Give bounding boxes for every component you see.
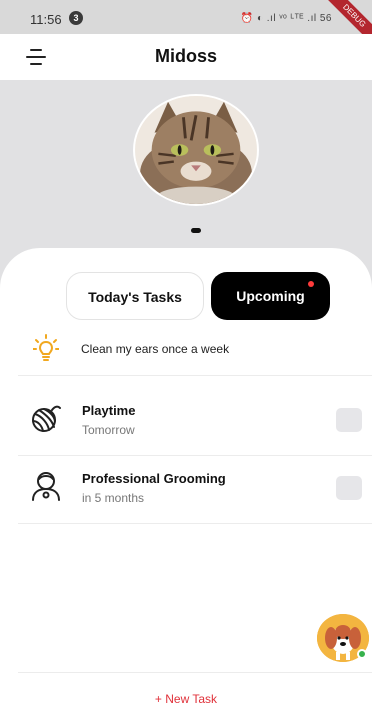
new-task-button[interactable]: + New Task	[0, 692, 372, 706]
online-status-dot	[357, 649, 367, 659]
task-item-professional-grooming[interactable]: Professional Grooming in 5 months	[0, 458, 372, 524]
task-due: Tomorrow	[82, 423, 135, 437]
tab-upcoming[interactable]: Upcoming	[211, 272, 330, 320]
tip-text: Clean my ears once a week	[81, 342, 230, 356]
task-checkbox[interactable]	[336, 476, 362, 500]
task-due: in 5 months	[82, 491, 145, 505]
task-title: Professional Grooming	[82, 471, 226, 486]
task-item-playtime[interactable]: Playtime Tomorrow	[0, 390, 372, 456]
groomer-icon	[32, 472, 60, 501]
yarn-ball-icon	[32, 405, 61, 432]
notification-count-badge: 3	[69, 11, 83, 25]
divider	[18, 455, 372, 456]
divider	[18, 672, 372, 673]
task-checkbox[interactable]	[336, 408, 362, 432]
upcoming-notification-dot	[308, 281, 314, 287]
tab-todays-tasks[interactable]: Today's Tasks	[66, 272, 204, 320]
status-bar: 11:56 3 ⏰ ◐ .ıl ᵛᵒ ᴸᵀᴱ .ıl 56 DEBUG	[0, 0, 372, 50]
system-status-icons: ⏰ ◐ .ıl ᵛᵒ ᴸᵀᴱ .ıl 56	[240, 13, 332, 24]
divider	[18, 375, 372, 376]
status-time: 11:56	[30, 12, 62, 27]
divider	[18, 523, 372, 524]
task-title: Playtime	[82, 403, 136, 418]
cat-photo-icon	[135, 96, 257, 204]
pet-photo[interactable]	[133, 94, 259, 206]
care-tip: Clean my ears once a week	[0, 330, 372, 374]
lightbulb-icon	[33, 334, 59, 361]
page-title: Midoss	[154, 46, 217, 66]
page-indicator	[191, 228, 201, 233]
app-bar: Midoss	[0, 34, 372, 80]
